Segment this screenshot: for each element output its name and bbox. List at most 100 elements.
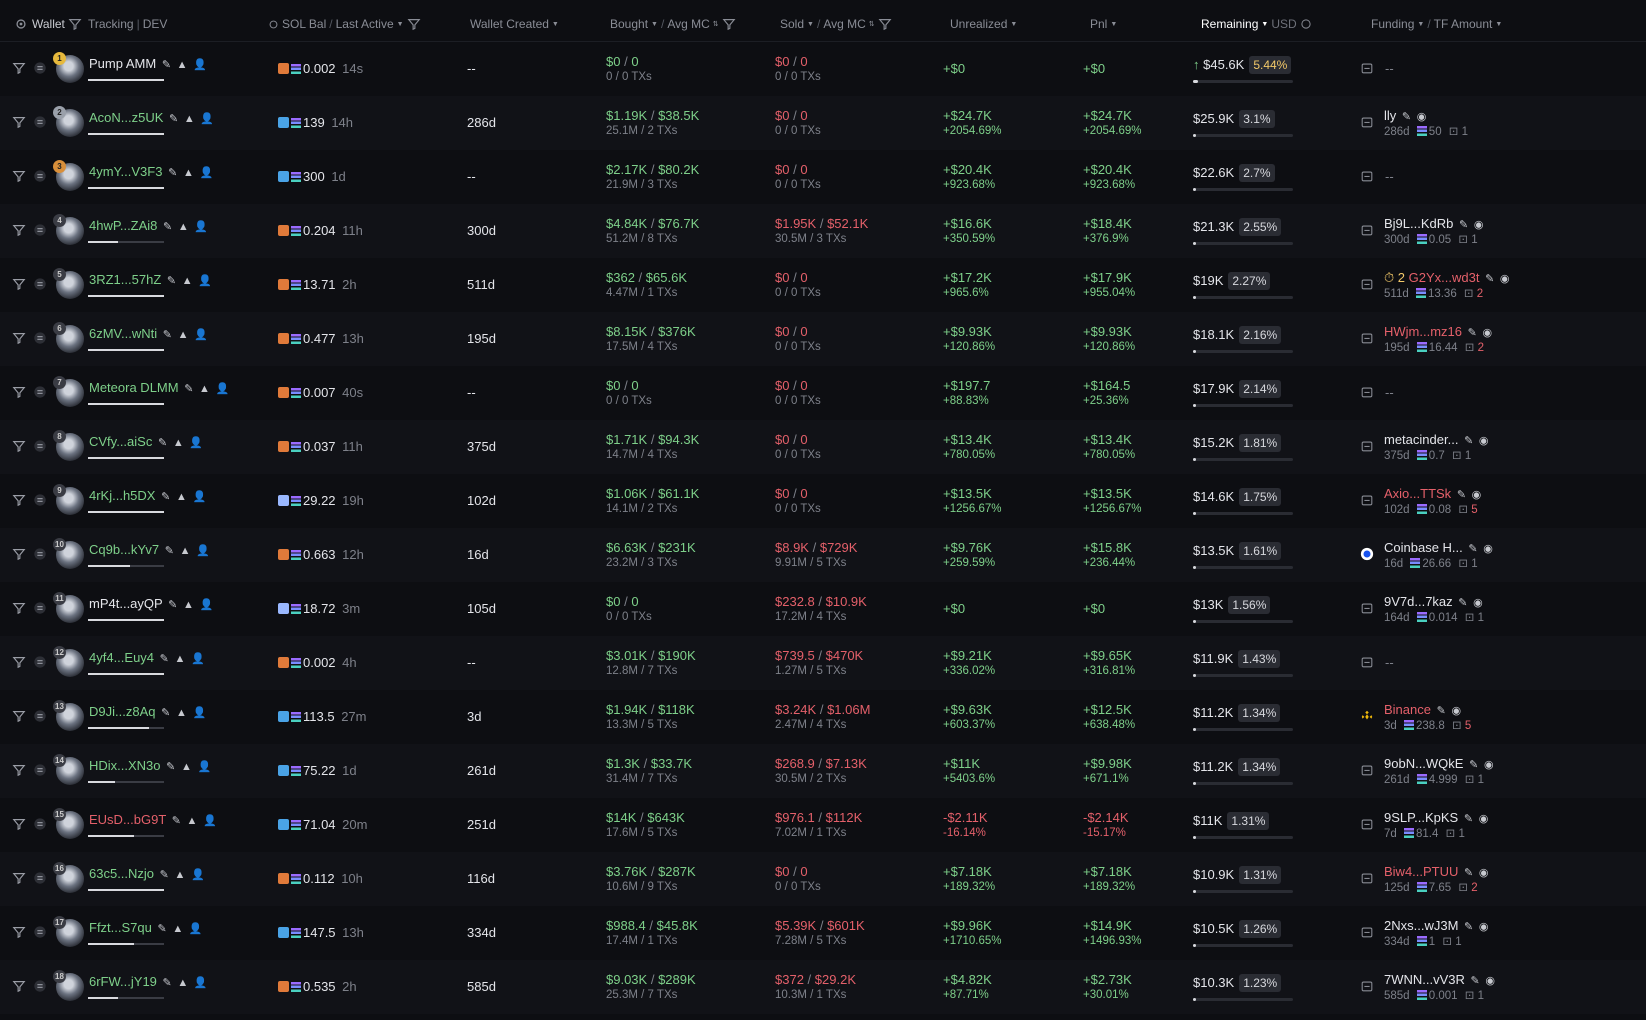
funding-name[interactable]: Bj9L...KdRb ✎ ◉ — [1384, 216, 1483, 233]
avatar[interactable]: 18 — [53, 970, 84, 1001]
filter-wallet-button[interactable] — [12, 925, 26, 939]
funding-source-button[interactable] — [1360, 709, 1374, 723]
edit-icon[interactable]: ✎ — [1464, 921, 1473, 933]
header-dev-label[interactable]: DEV — [143, 17, 168, 31]
edit-icon[interactable]: ✎ — [1402, 111, 1411, 123]
wallet-name[interactable]: Meteora DLMM ✎ ▲ 👤 — [89, 380, 229, 397]
funding-source-button[interactable] — [1360, 601, 1374, 615]
funding-source-button[interactable] — [1360, 655, 1374, 669]
funding-name[interactable]: metacinder... ✎ ◉ — [1384, 432, 1489, 449]
row-menu-button[interactable] — [33, 331, 47, 345]
table-row[interactable]: 10 Cq9b...kYv7 ✎ ▲ 👤 0.663 12h 16d $6.63… — [0, 528, 1646, 582]
filter-wallet-button[interactable] — [12, 439, 26, 453]
funding-source-button[interactable] — [1360, 979, 1374, 993]
table-row[interactable]: 9 4rKj...h5DX ✎ ▲ 👤 29.22 19h 102d $1.06… — [0, 474, 1646, 528]
filter-wallet-button[interactable] — [12, 115, 26, 129]
header-remaining[interactable]: Remaining ▼ USD — [1201, 17, 1312, 31]
edit-icon[interactable]: ✎ — [1471, 975, 1480, 987]
wallet-name[interactable]: EUsD...bG9T ✎ ▲ 👤 — [89, 812, 217, 829]
filter-wallet-button[interactable] — [12, 763, 26, 777]
row-menu-button[interactable] — [33, 763, 47, 777]
funding-source-button[interactable] — [1360, 169, 1374, 183]
table-row[interactable]: 7 Meteora DLMM ✎ ▲ 👤 0.007 40s -- $0 / 0… — [0, 366, 1646, 420]
funding-name[interactable]: 9V7d...7kaz ✎ ◉ — [1384, 594, 1483, 611]
wallet-name[interactable]: CVfy...aiSc ✎ ▲ 👤 — [89, 434, 203, 451]
wallet-name[interactable]: 4hwP...ZAi8 ✎ ▲ 👤 — [89, 218, 208, 235]
funding-name[interactable]: 9SLP...KpKS ✎ ◉ — [1384, 810, 1488, 827]
filter-wallet-button[interactable] — [12, 277, 26, 291]
filter-icon[interactable] — [878, 17, 892, 31]
avatar[interactable]: 16 — [53, 862, 84, 893]
edit-icon[interactable]: ✎ — [161, 491, 170, 503]
wallet-name[interactable]: 6zMV...wNti ✎ ▲ 👤 — [89, 326, 208, 343]
filter-wallet-button[interactable] — [12, 601, 26, 615]
avatar[interactable]: 4 — [53, 214, 84, 245]
edit-icon[interactable]: ✎ — [166, 761, 175, 773]
filter-wallet-button[interactable] — [12, 547, 26, 561]
copy-icon[interactable]: ◉ — [1484, 759, 1494, 771]
funding-source-button[interactable] — [1360, 385, 1374, 399]
header-wallet-created[interactable]: Wallet Created ▼ — [470, 17, 559, 31]
table-row[interactable]: 15 EUsD...bG9T ✎ ▲ 👤 71.04 20m 251d $14K… — [0, 798, 1646, 852]
funding-name[interactable]: Axio...TTSk ✎ ◉ — [1384, 486, 1481, 503]
copy-icon[interactable]: ◉ — [1474, 219, 1484, 231]
funding-source-button[interactable] — [1360, 925, 1374, 939]
funding-name[interactable]: HWjm...mz16 ✎ ◉ — [1384, 324, 1492, 341]
edit-icon[interactable]: ✎ — [1459, 219, 1468, 231]
filter-icon[interactable] — [722, 17, 736, 31]
copy-icon[interactable]: ◉ — [1417, 111, 1427, 123]
funding-source-button[interactable] — [1360, 331, 1374, 345]
filter-wallet-button[interactable] — [12, 493, 26, 507]
header-unrealized[interactable]: Unrealized ▼ — [950, 17, 1017, 31]
funding-source-button[interactable] — [1360, 61, 1374, 75]
copy-icon[interactable]: ◉ — [1479, 867, 1489, 879]
copy-icon[interactable]: ◉ — [1473, 597, 1483, 609]
row-menu-button[interactable] — [33, 277, 47, 291]
copy-icon[interactable]: ◉ — [1479, 921, 1489, 933]
wallet-name[interactable]: AcoN...z5UK ✎ ▲ 👤 — [89, 110, 214, 127]
row-menu-button[interactable] — [33, 169, 47, 183]
row-menu-button[interactable] — [33, 601, 47, 615]
copy-icon[interactable]: ◉ — [1483, 543, 1493, 555]
row-menu-button[interactable] — [33, 115, 47, 129]
edit-icon[interactable]: ✎ — [158, 437, 167, 449]
avatar[interactable]: 3 — [53, 160, 84, 191]
edit-icon[interactable]: ✎ — [168, 599, 177, 611]
table-row[interactable]: 14 HDix...XN3o ✎ ▲ 👤 75.22 1d 261d $1.3K… — [0, 744, 1646, 798]
edit-icon[interactable]: ✎ — [1469, 759, 1478, 771]
filter-wallet-button[interactable] — [12, 655, 26, 669]
edit-icon[interactable]: ✎ — [163, 977, 172, 989]
edit-icon[interactable]: ✎ — [169, 113, 178, 125]
funding-source-button[interactable] — [1360, 115, 1374, 129]
table-row[interactable]: 12 4yf4...Euy4 ✎ ▲ 👤 0.002 4h -- $3.01K … — [0, 636, 1646, 690]
funding-source-button[interactable] — [1360, 493, 1374, 507]
table-row[interactable]: 2 AcoN...z5UK ✎ ▲ 👤 139 14h 286d $1.19K … — [0, 96, 1646, 150]
filter-wallet-button[interactable] — [12, 223, 26, 237]
table-row[interactable]: 16 63c5...Nzjo ✎ ▲ 👤 0.112 10h 116d $3.7… — [0, 852, 1646, 906]
gear-icon[interactable] — [14, 17, 28, 31]
table-row[interactable]: 18 6rFW...jY19 ✎ ▲ 👤 0.535 2h 585d $9.03… — [0, 960, 1646, 1014]
header-funding[interactable]: Funding ▼ / TF Amount ▼ — [1371, 17, 1502, 31]
edit-icon[interactable]: ✎ — [172, 815, 181, 827]
avatar[interactable]: 1 — [53, 52, 84, 83]
filter-icon[interactable] — [407, 17, 421, 31]
funding-source-button[interactable] — [1360, 223, 1374, 237]
edit-icon[interactable]: ✎ — [1464, 813, 1473, 825]
wallet-name[interactable]: 4yf4...Euy4 ✎ ▲ 👤 — [89, 650, 205, 667]
row-menu-button[interactable] — [33, 655, 47, 669]
table-row[interactable]: 11 mP4t...ayQP ✎ ▲ 👤 18.72 3m 105d $0 / … — [0, 582, 1646, 636]
wallet-name[interactable]: 4ymY...V3F3 ✎ ▲ 👤 — [89, 164, 213, 181]
filter-wallet-button[interactable] — [12, 979, 26, 993]
funding-source-button[interactable] — [1360, 763, 1374, 777]
filter-wallet-button[interactable] — [12, 871, 26, 885]
avatar[interactable]: 10 — [53, 538, 84, 569]
table-row[interactable]: 17 Ffzt...S7qu ✎ ▲ 👤 147.5 13h 334d $988… — [0, 906, 1646, 960]
copy-icon[interactable]: ◉ — [1451, 705, 1461, 717]
wallet-name[interactable]: Cq9b...kYv7 ✎ ▲ 👤 — [89, 542, 210, 559]
copy-icon[interactable]: ◉ — [1482, 327, 1492, 339]
header-bought[interactable]: Bought ▼ / Avg MC ⇅ — [610, 17, 736, 31]
avatar[interactable]: 11 — [53, 592, 84, 623]
avatar[interactable]: 7 — [53, 376, 84, 407]
header-wallet[interactable]: Wallet — [32, 17, 82, 31]
funding-source-button[interactable] — [1360, 439, 1374, 453]
